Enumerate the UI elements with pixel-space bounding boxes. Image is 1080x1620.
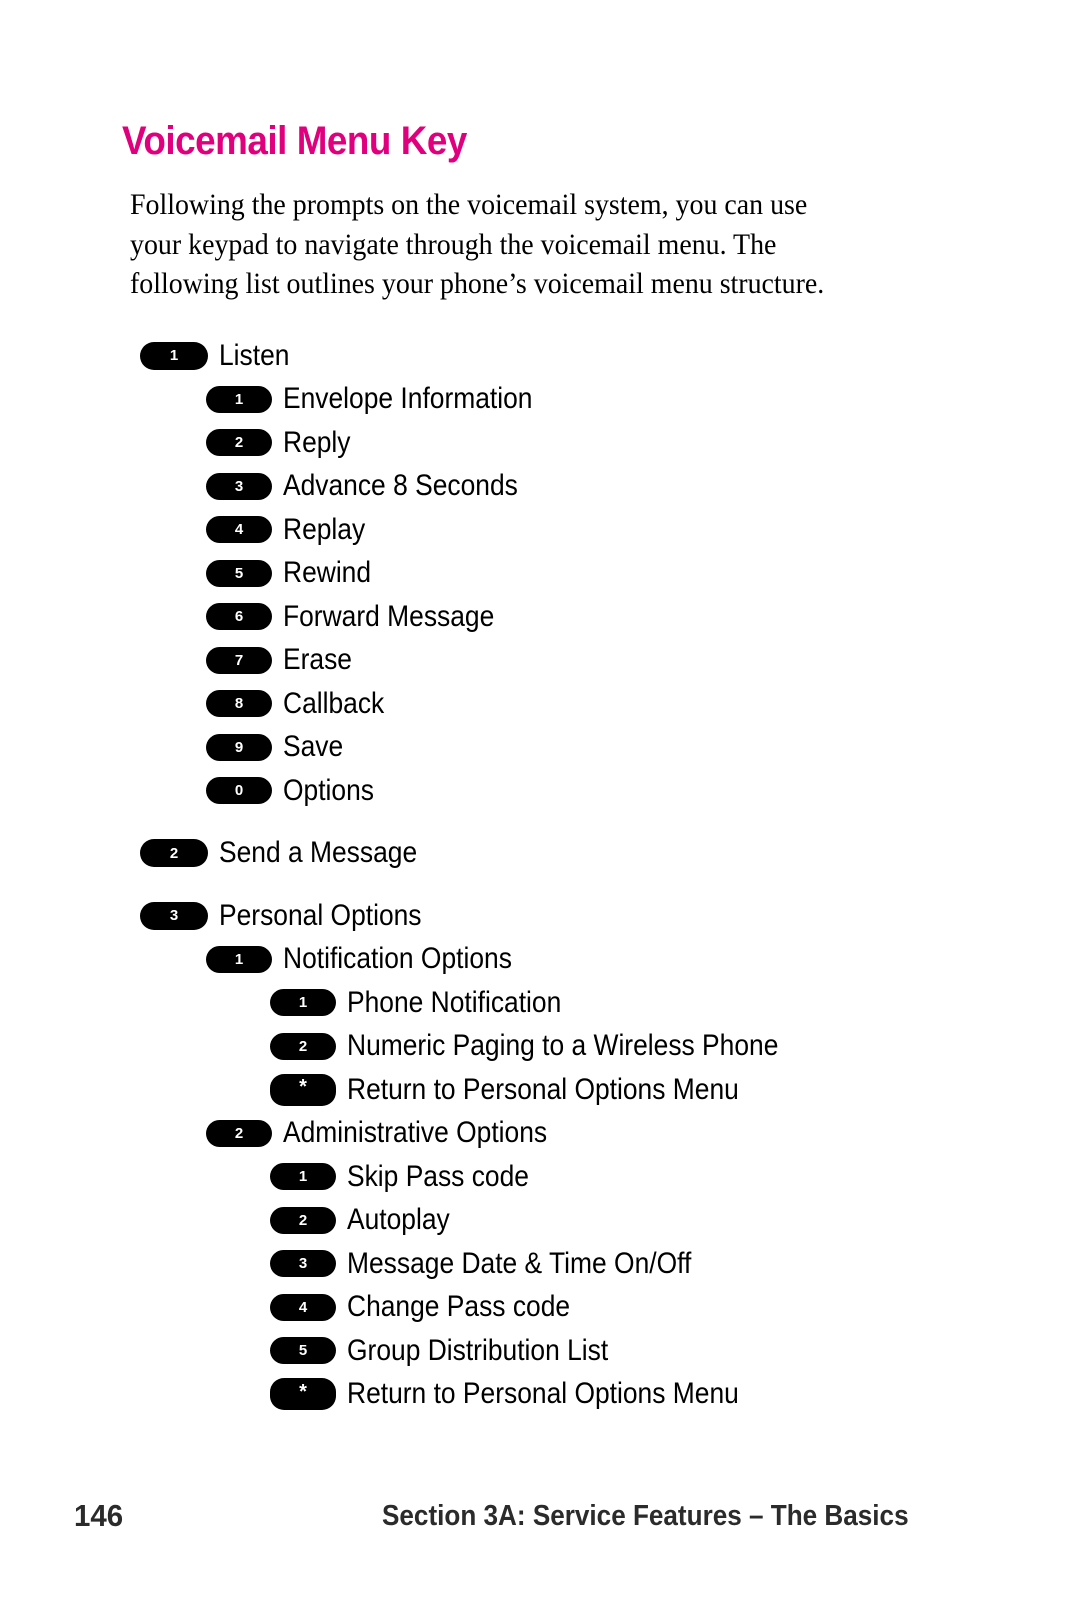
- menu-row[interactable]: 1 Phone Notification: [0, 981, 1080, 1025]
- menu-row-label: Message Date & Time On/Off: [347, 1246, 692, 1280]
- keypad-key-badge: 5: [206, 559, 272, 587]
- keypad-key-badge: 9: [206, 733, 272, 761]
- menu-row[interactable]: 1 Notification Options: [0, 938, 1080, 982]
- keypad-key-badge: 1: [270, 989, 336, 1017]
- menu-row-label: Options: [283, 773, 374, 807]
- menu-row-label: Autoplay: [347, 1203, 450, 1237]
- keypad-key-badge: 2: [206, 429, 272, 457]
- menu-row-label: Send a Message: [219, 836, 418, 870]
- menu-row-label: Replay: [283, 512, 366, 546]
- keypad-key-badge: *: [270, 1378, 336, 1411]
- footer-page-number: 146: [74, 1498, 124, 1533]
- keypad-key-badge: 3: [206, 472, 272, 500]
- keypad-key-badge: 6: [206, 603, 272, 631]
- menu-row[interactable]: 5 Group Distribution List: [0, 1329, 1080, 1373]
- menu-row-label: Group Distribution List: [347, 1333, 609, 1367]
- menu-row[interactable]: 2 Send a Message: [0, 832, 1080, 876]
- menu-row[interactable]: 3 Personal Options: [0, 894, 1080, 938]
- page-title: Voicemail Menu Key: [122, 118, 467, 163]
- keypad-key-badge: 4: [270, 1293, 336, 1321]
- keypad-key-badge: 2: [206, 1119, 272, 1147]
- keypad-key-badge: 8: [206, 690, 272, 718]
- menu-row-label: Callback: [283, 686, 385, 720]
- menu-row-label: Forward Message: [283, 599, 495, 633]
- keypad-key-badge: 4: [206, 516, 272, 544]
- menu-row[interactable]: 7 Erase: [0, 639, 1080, 683]
- document-page: Voicemail Menu Key Following the prompts…: [0, 0, 1080, 1620]
- menu-row[interactable]: 6 Forward Message: [0, 595, 1080, 639]
- menu-row-label: Save: [283, 730, 344, 764]
- footer-section-label: Section 3A: Service Features – The Basic…: [382, 1500, 909, 1532]
- menu-row[interactable]: 4 Replay: [0, 508, 1080, 552]
- keypad-key-badge: 0: [206, 777, 272, 805]
- page-footer: 146 Section 3A: Service Features – The B…: [0, 1498, 1080, 1546]
- menu-row-label: Notification Options: [283, 942, 512, 976]
- keypad-key-badge: 3: [270, 1250, 336, 1278]
- keypad-key-badge: 2: [270, 1032, 336, 1060]
- menu-row-label: Phone Notification: [347, 985, 562, 1019]
- keypad-key-badge: *: [270, 1073, 336, 1106]
- menu-row[interactable]: 1 Envelope Information: [0, 378, 1080, 422]
- keypad-key-badge: 1: [270, 1163, 336, 1191]
- voicemail-menu-tree: 1 Listen 1 Envelope Information 2 Reply 3 Advan…: [0, 334, 1080, 1416]
- menu-row-label: Change Pass code: [347, 1290, 571, 1324]
- menu-row[interactable]: * Return to Personal Options Menu: [0, 1068, 1080, 1112]
- menu-row[interactable]: * Return to Personal Options Menu: [0, 1373, 1080, 1417]
- menu-row[interactable]: 8 Callback: [0, 682, 1080, 726]
- menu-row[interactable]: 9 Save: [0, 726, 1080, 770]
- menu-row-label: Advance 8 Seconds: [283, 469, 518, 503]
- keypad-key-badge: 5: [270, 1337, 336, 1365]
- keypad-key-badge: 1: [206, 945, 272, 973]
- menu-row-label: Envelope Information: [283, 382, 533, 416]
- intro-paragraph: Following the prompts on the voicemail s…: [130, 188, 825, 300]
- menu-row-label: Numeric Paging to a Wireless Phone: [347, 1029, 779, 1063]
- menu-row-label: Personal Options: [219, 898, 422, 932]
- menu-row-label: Skip Pass code: [347, 1159, 529, 1193]
- menu-row-label: Listen: [219, 338, 290, 372]
- menu-row-label: Reply: [283, 425, 351, 459]
- menu-row[interactable]: 3 Message Date & Time On/Off: [0, 1242, 1080, 1286]
- menu-row[interactable]: 0 Options: [0, 769, 1080, 813]
- menu-row-label: Return to Personal Options Menu: [347, 1072, 739, 1106]
- keypad-key-badge: 7: [206, 646, 272, 674]
- menu-row-label: Rewind: [283, 556, 372, 590]
- menu-row[interactable]: 1 Skip Pass code: [0, 1155, 1080, 1199]
- keypad-key-badge: 1: [206, 385, 272, 413]
- menu-row[interactable]: 1 Listen: [0, 334, 1080, 378]
- menu-row[interactable]: 2 Reply: [0, 421, 1080, 465]
- menu-row[interactable]: 2 Autoplay: [0, 1199, 1080, 1243]
- menu-row[interactable]: 5 Rewind: [0, 552, 1080, 596]
- menu-row[interactable]: 3 Advance 8 Seconds: [0, 465, 1080, 509]
- keypad-key-badge: 2: [140, 839, 208, 868]
- menu-row-label: Return to Personal Options Menu: [347, 1377, 739, 1411]
- menu-row[interactable]: 2 Numeric Paging to a Wireless Phone: [0, 1025, 1080, 1069]
- menu-row-label: Administrative Options: [283, 1116, 548, 1150]
- menu-row[interactable]: 2 Administrative Options: [0, 1112, 1080, 1156]
- menu-row-label: Erase: [283, 643, 352, 677]
- keypad-key-badge: 1: [140, 341, 208, 370]
- menu-row[interactable]: 4 Change Pass code: [0, 1286, 1080, 1330]
- keypad-key-badge: 3: [140, 901, 208, 930]
- keypad-key-badge: 2: [270, 1206, 336, 1234]
